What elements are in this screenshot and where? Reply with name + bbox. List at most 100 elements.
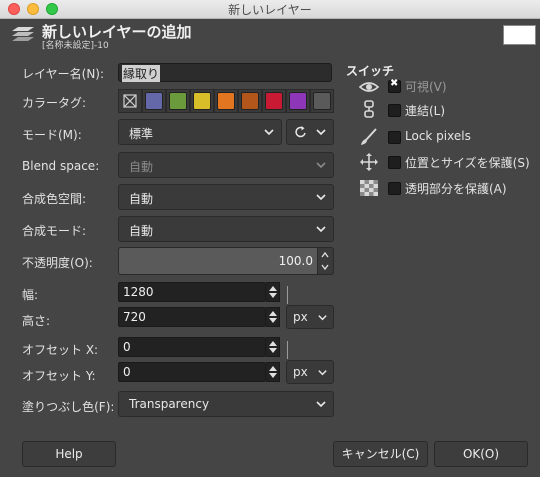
color-tag-blue[interactable] — [142, 89, 166, 113]
color-tag-orange[interactable] — [214, 89, 238, 113]
orange-swatch — [217, 92, 235, 110]
composite-space-label: 合成色空間: — [22, 192, 87, 206]
color-tag-gray[interactable] — [310, 89, 334, 113]
color-tag-green[interactable] — [166, 89, 190, 113]
lock-pixels-label: Lock pixels — [405, 129, 471, 143]
title-bar: 新しいレイヤー — [0, 0, 540, 19]
chain-icon — [364, 100, 374, 118]
chevron-down-icon — [318, 315, 327, 321]
opacity-spinner[interactable] — [318, 247, 334, 275]
offset-y-value: 0 — [123, 365, 131, 379]
color-tag-brown[interactable] — [238, 89, 262, 113]
mode-select[interactable]: 標準 — [118, 119, 282, 145]
layer-preview-swatch — [503, 25, 536, 45]
layer-name-input[interactable]: 縁取り — [118, 63, 332, 82]
offset-x-label: オフセット X: — [22, 343, 99, 357]
chevron-down-icon — [316, 162, 326, 169]
switches-title: スイッチ — [346, 64, 395, 78]
chevron-down-icon — [264, 129, 274, 136]
color-tag-red[interactable] — [262, 89, 286, 113]
offset-y-spinner[interactable] — [266, 362, 280, 382]
color-tag-yellow[interactable] — [190, 89, 214, 113]
fill-select[interactable]: Transparency — [118, 391, 334, 417]
spinner-arrows-icon — [321, 251, 329, 271]
no-color-icon — [123, 94, 137, 108]
increment-icon — [269, 341, 277, 346]
mode-group-select[interactable] — [286, 119, 334, 145]
eye-icon — [358, 82, 380, 92]
composite-space-select[interactable]: 自動 — [118, 184, 334, 210]
dialog-window: 新しいレイヤー 新しいレイヤーの追加 [名称未設定]-10 レイヤー名(N): … — [0, 0, 540, 477]
image-name: [名称未設定]-10 — [42, 41, 109, 51]
decrement-icon — [269, 348, 277, 353]
lock-alpha-checkbox[interactable] — [388, 182, 401, 195]
offset-x-value: 0 — [123, 340, 131, 354]
blend-space-select: 自動 — [118, 152, 334, 178]
offset-y-label: オフセット Y: — [22, 369, 96, 383]
layer-name-value: 縁取り — [122, 65, 161, 82]
width-spinner[interactable] — [266, 282, 280, 302]
lock-position-checkbox[interactable] — [388, 156, 401, 169]
ok-button[interactable]: OK(O) — [434, 441, 528, 467]
fill-label: 塗りつぶし色(F): — [22, 400, 115, 414]
offset-x-spinner[interactable] — [266, 337, 280, 357]
color-tag-none[interactable] — [118, 89, 142, 113]
height-spinner[interactable] — [266, 307, 280, 327]
gray-swatch — [313, 92, 331, 110]
violet-swatch — [289, 92, 307, 110]
blue-swatch — [145, 92, 163, 110]
offset-chain-icon — [287, 341, 288, 359]
width-label: 幅: — [22, 288, 39, 302]
composite-mode-value: 自動 — [129, 224, 154, 238]
decrement-icon — [269, 373, 277, 378]
new-layer-icon — [12, 27, 34, 41]
chevron-down-icon — [316, 194, 326, 201]
chevron-down-icon — [316, 129, 326, 136]
window-title: 新しいレイヤー — [228, 3, 312, 17]
chevron-down-icon — [316, 401, 326, 408]
red-swatch — [265, 92, 283, 110]
composite-space-value: 自動 — [129, 192, 154, 206]
size-unit-select[interactable]: px — [286, 305, 334, 329]
color-tag-violet[interactable] — [286, 89, 310, 113]
chevron-down-icon — [316, 226, 326, 233]
blend-space-value: 自動 — [129, 160, 154, 174]
cancel-button[interactable]: キャンセル(C) — [333, 441, 428, 467]
checkerboard-icon — [360, 180, 378, 196]
composite-mode-select[interactable]: 自動 — [118, 216, 334, 242]
lock-position-label: 位置とサイズを保護(S) — [405, 156, 530, 170]
opacity-value: 100.0 — [278, 254, 313, 268]
increment-icon — [269, 286, 277, 291]
composite-mode-label: 合成モード: — [22, 224, 87, 238]
green-swatch — [169, 92, 187, 110]
help-button[interactable]: Help — [22, 441, 116, 467]
offset-y-input[interactable]: 0 — [118, 362, 266, 382]
offset-x-input[interactable]: 0 — [118, 337, 266, 357]
rotate-icon — [295, 126, 306, 138]
mode-label: モード(M): — [22, 128, 82, 142]
width-value: 1280 — [123, 285, 154, 299]
blend-space-label: Blend space: — [22, 159, 100, 173]
height-input[interactable]: 720 — [118, 307, 266, 327]
link-checkbox[interactable] — [388, 104, 401, 117]
offset-unit-select[interactable]: px — [286, 360, 334, 384]
move-icon — [360, 153, 378, 171]
height-label: 高さ: — [22, 314, 51, 328]
size-chain-icon — [287, 286, 288, 304]
height-value: 720 — [123, 310, 146, 324]
decrement-icon — [269, 293, 277, 298]
layer-name-label: レイヤー名(N): — [22, 67, 105, 81]
width-input[interactable]: 1280 — [118, 282, 266, 302]
visible-checkbox[interactable] — [388, 78, 401, 93]
lock-pixels-checkbox[interactable] — [388, 131, 401, 144]
increment-icon — [269, 366, 277, 371]
mode-value: 標準 — [129, 127, 154, 141]
opacity-slider[interactable]: 100.0 — [118, 247, 318, 275]
brush-icon — [361, 128, 377, 145]
fill-value: Transparency — [129, 397, 210, 411]
offset-unit-value: px — [293, 365, 308, 379]
color-tag-label: カラータグ: — [22, 96, 87, 110]
opacity-label: 不透明度(O): — [22, 256, 93, 270]
visible-label: 可視(V) — [405, 80, 447, 94]
decrement-icon — [269, 318, 277, 323]
